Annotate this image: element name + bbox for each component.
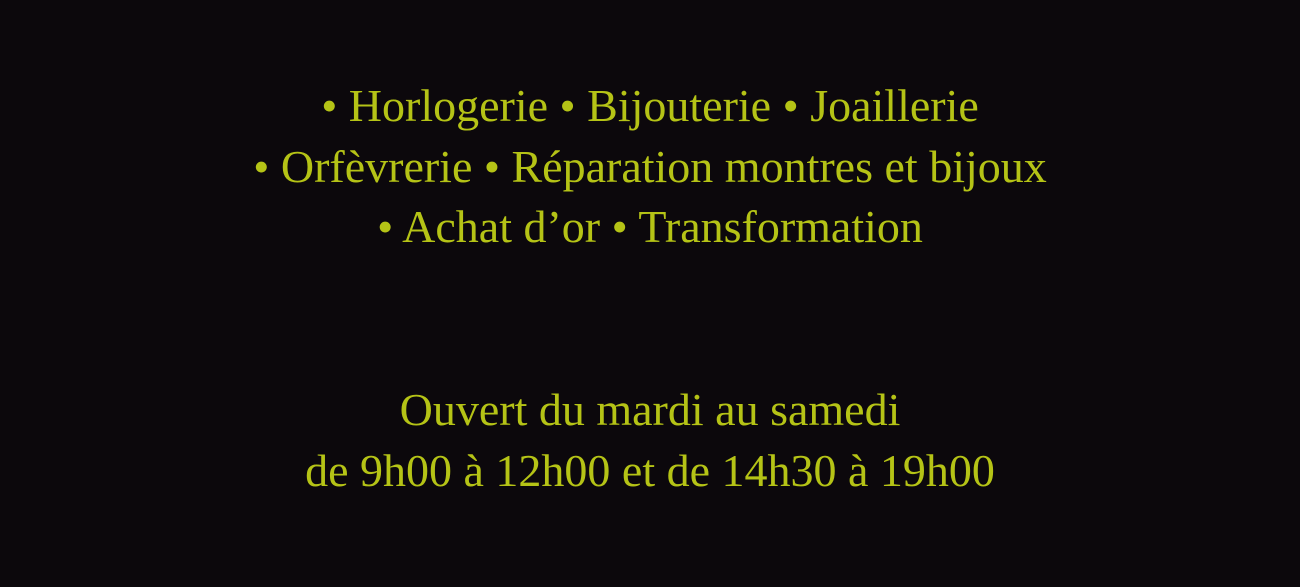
opening-hours: Ouvert du mardi au samedi de 9h00 à 12h0… (0, 380, 1300, 501)
opening-times: de 9h00 à 12h00 et de 14h30 à 19h00 (305, 444, 995, 496)
services-line-2: • Orfèvrerie • Réparation montres et bij… (253, 140, 1047, 192)
services-list: • Horlogerie • Bijouterie • Joaillerie •… (0, 76, 1300, 258)
services-line-1: • Horlogerie • Bijouterie • Joaillerie (321, 80, 979, 131)
services-line-3: • Achat d’or • Transformation (377, 201, 923, 252)
shop-info-panel: • Horlogerie • Bijouterie • Joaillerie •… (0, 0, 1300, 587)
opening-days: Ouvert du mardi au samedi (399, 384, 901, 435)
